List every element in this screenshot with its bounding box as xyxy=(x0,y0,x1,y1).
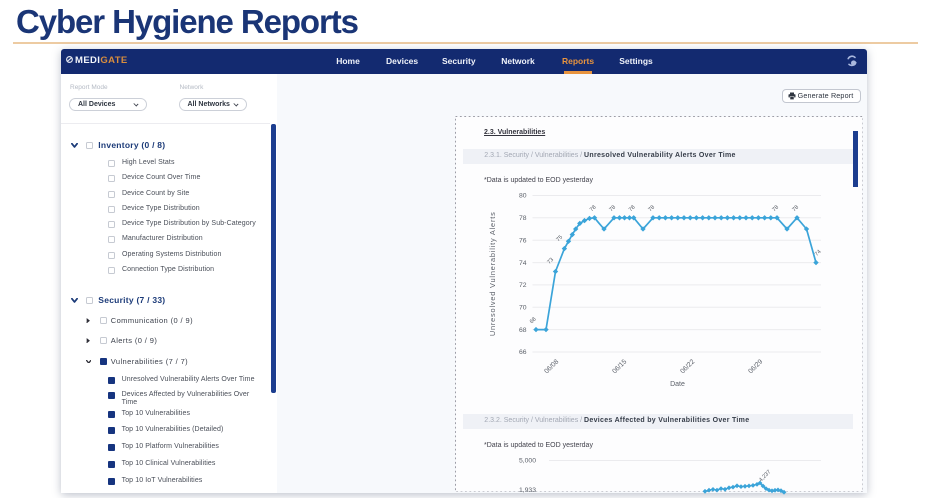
svg-text:80: 80 xyxy=(519,193,527,200)
svg-text:74: 74 xyxy=(814,249,823,258)
svg-text:76: 76 xyxy=(519,237,527,244)
svg-text:78: 78 xyxy=(771,204,780,213)
svg-text:5,000: 5,000 xyxy=(519,458,536,465)
svg-text:78: 78 xyxy=(791,204,800,213)
svg-text:06/15: 06/15 xyxy=(611,358,628,375)
svg-text:4,237: 4,237 xyxy=(758,469,772,483)
svg-text:06/22: 06/22 xyxy=(679,358,696,375)
svg-text:78: 78 xyxy=(519,215,527,222)
svg-text:1,933: 1,933 xyxy=(519,487,536,494)
svg-text:Date: Date xyxy=(670,381,685,388)
svg-text:70: 70 xyxy=(519,304,527,311)
svg-text:72: 72 xyxy=(519,282,527,289)
svg-text:06/29: 06/29 xyxy=(747,358,764,375)
svg-text:78: 78 xyxy=(589,204,598,213)
svg-text:68: 68 xyxy=(519,327,527,334)
svg-text:06/08: 06/08 xyxy=(543,358,560,375)
svg-text:75: 75 xyxy=(555,234,564,243)
svg-text:68: 68 xyxy=(529,316,538,325)
svg-text:78: 78 xyxy=(608,204,617,213)
svg-text:Unresolved Vulnerability Alert: Unresolved Vulnerability Alerts xyxy=(488,211,497,336)
svg-text:78: 78 xyxy=(647,204,656,213)
svg-text:66: 66 xyxy=(519,349,527,356)
svg-text:74: 74 xyxy=(519,260,527,267)
svg-text:73: 73 xyxy=(546,257,555,266)
svg-text:78: 78 xyxy=(628,204,637,213)
